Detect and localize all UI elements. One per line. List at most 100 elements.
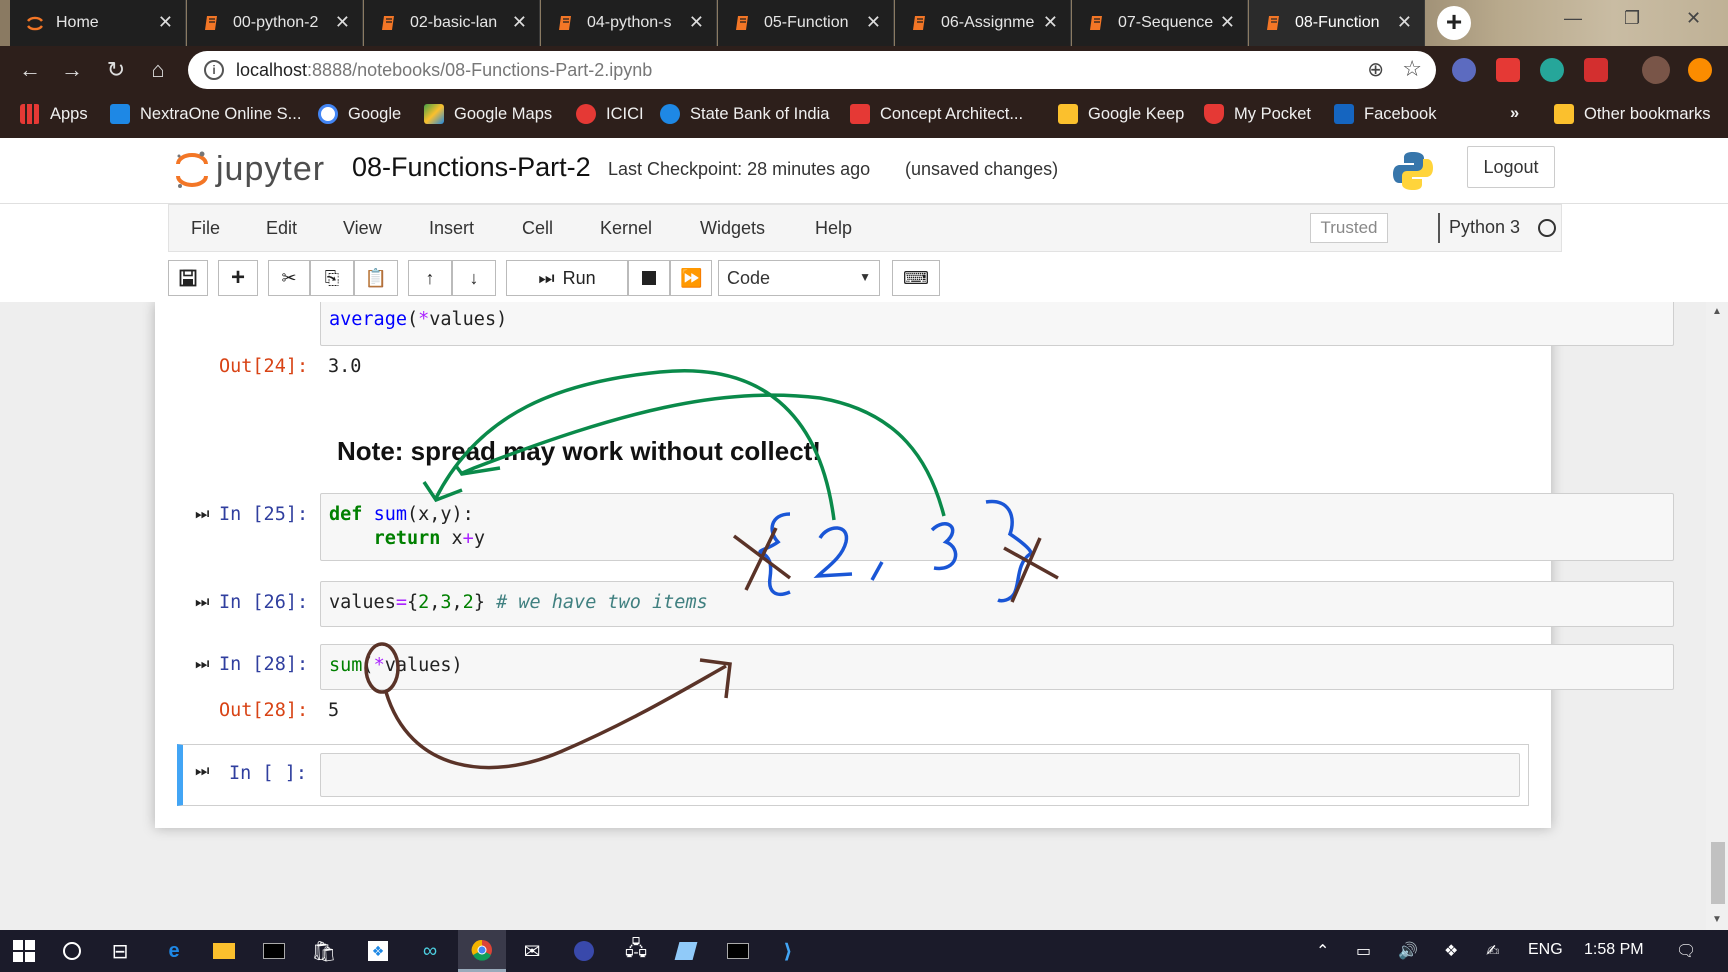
menu-edit[interactable]: Edit (266, 218, 297, 239)
bookmark-nextraone[interactable]: NextraOne Online S... (110, 104, 301, 124)
close-window-icon[interactable]: ✕ (1686, 8, 1701, 29)
cell-type-select[interactable]: Code ▼ (718, 260, 880, 296)
menu-help[interactable]: Help (815, 218, 852, 239)
tab-04-python[interactable]: 04-python-s ✕ (541, 0, 717, 46)
dropbox-tray-icon[interactable]: ❖ (1444, 941, 1458, 961)
jupyter-logo[interactable]: jupyter (172, 146, 332, 190)
scroll-up-icon[interactable]: ▲ (1712, 306, 1722, 317)
address-bar[interactable]: i localhost:8888/notebooks/08-Functions-… (188, 51, 1436, 89)
search-circle-icon[interactable] (48, 930, 96, 972)
menu-file[interactable]: File (191, 218, 220, 239)
tray-chevron-icon[interactable]: ⌃ (1316, 941, 1329, 961)
new-tab-button[interactable]: + (1437, 6, 1471, 40)
more-bookmarks-button[interactable]: » (1510, 104, 1519, 123)
keyboard-shortcuts-button[interactable]: ⌨ (892, 260, 940, 296)
bookmark-pocket[interactable]: My Pocket (1204, 104, 1311, 124)
close-icon[interactable]: ✕ (335, 12, 350, 33)
store-icon[interactable]: 🛍 (300, 930, 348, 972)
console-icon[interactable] (714, 930, 762, 972)
bookmark-apps[interactable]: Apps (20, 104, 88, 124)
notebook-name[interactable]: 08-Functions-Part-2 (352, 152, 591, 183)
cut-button[interactable]: ✂ (268, 260, 310, 296)
battery-icon[interactable]: ▭ (1356, 941, 1371, 961)
bookmark-google-maps[interactable]: Google Maps (424, 104, 552, 124)
dropbox-icon[interactable]: ❖ (354, 930, 402, 972)
copy-button[interactable]: ⎘ (310, 260, 354, 296)
task-view-icon[interactable]: ⊟ (96, 930, 144, 972)
restart-run-all-button[interactable]: ⏩ (672, 260, 712, 296)
menu-insert[interactable]: Insert (429, 218, 474, 239)
terminal-icon[interactable] (250, 930, 298, 972)
move-down-button[interactable]: ↓ (452, 260, 496, 296)
minimize-icon[interactable]: — (1564, 8, 1582, 29)
update-icon[interactable] (1688, 58, 1712, 82)
extension-icon[interactable] (1452, 58, 1476, 82)
kernel-name[interactable]: Python 3 (1449, 217, 1520, 238)
windows-start-icon[interactable] (0, 930, 48, 972)
close-icon[interactable]: ✕ (1043, 12, 1058, 33)
infinity-app-icon[interactable]: ∞ (406, 930, 454, 972)
notes-app-icon[interactable] (662, 930, 710, 972)
close-icon[interactable]: ✕ (158, 12, 173, 33)
url-text[interactable]: localhost:8888/notebooks/08-Functions-Pa… (236, 60, 652, 81)
zoom-icon[interactable]: ⊕ (1367, 57, 1384, 82)
menu-kernel[interactable]: Kernel (600, 218, 652, 239)
menu-view[interactable]: View (343, 218, 382, 239)
tab-07-sequence[interactable]: 07-Sequence ✕ (1072, 0, 1248, 46)
info-icon[interactable]: i (204, 60, 224, 80)
bookmark-icici[interactable]: ICICI (576, 104, 644, 124)
forward-icon[interactable]: → (58, 56, 86, 84)
avatar[interactable] (1642, 56, 1670, 84)
scrollbar-thumb[interactable] (1711, 842, 1725, 904)
bookmark-concept[interactable]: Concept Architect... (850, 104, 1023, 124)
home-icon[interactable]: ⌂ (144, 56, 172, 84)
interrupt-button[interactable] (628, 260, 670, 296)
scroll-down-icon[interactable]: ▼ (1712, 914, 1722, 925)
reload-icon[interactable]: ↻ (102, 56, 130, 84)
file-explorer-icon[interactable] (200, 930, 248, 972)
tab-02-basic[interactable]: 02-basic-lan ✕ (364, 0, 540, 46)
tab-home[interactable]: Home ✕ (10, 0, 186, 46)
close-icon[interactable]: ✕ (1220, 12, 1235, 33)
mail-icon[interactable]: ✉ (508, 930, 556, 972)
tab-00-python[interactable]: 00-python-2 ✕ (187, 0, 363, 46)
network-app-icon[interactable]: 🖧 (612, 930, 660, 972)
extension-icon[interactable] (1496, 58, 1520, 82)
pen-icon[interactable]: ✍ (1486, 941, 1499, 961)
menu-widgets[interactable]: Widgets (700, 218, 765, 239)
close-icon[interactable]: ✕ (1397, 12, 1412, 33)
chrome-icon[interactable] (458, 930, 506, 972)
paste-button[interactable]: 📋 (354, 260, 398, 296)
trusted-indicator[interactable]: Trusted (1310, 213, 1388, 243)
media-app-icon[interactable] (560, 930, 608, 972)
tab-05-functions[interactable]: 05-Function ✕ (718, 0, 894, 46)
close-icon[interactable]: ✕ (512, 12, 527, 33)
run-button[interactable]: ⏭ Run (506, 260, 628, 296)
vscode-icon[interactable]: ⟩ (764, 930, 812, 972)
other-bookmarks[interactable]: Other bookmarks (1554, 104, 1711, 124)
close-icon[interactable]: ✕ (866, 12, 881, 33)
volume-icon[interactable]: 🔊 (1398, 941, 1418, 961)
notifications-icon[interactable]: 🗨 (1676, 941, 1696, 961)
gmail-icon[interactable] (1584, 58, 1608, 82)
page-scrollbar[interactable]: ▲ ▼ (1706, 302, 1728, 930)
restore-icon[interactable]: ❐ (1624, 8, 1640, 29)
language-indicator[interactable]: ENG (1528, 941, 1563, 959)
clock[interactable]: 1:58 PM (1584, 941, 1644, 959)
bookmark-google[interactable]: Google (318, 104, 401, 124)
edge-icon[interactable]: e (150, 930, 198, 972)
logout-button[interactable]: Logout (1467, 146, 1555, 188)
tab-06-assignment[interactable]: 06-Assignme ✕ (895, 0, 1071, 46)
close-icon[interactable]: ✕ (689, 12, 704, 33)
save-button[interactable] (168, 260, 208, 296)
bookmark-facebook[interactable]: Facebook (1334, 104, 1436, 124)
move-up-button[interactable]: ↑ (408, 260, 452, 296)
menu-cell[interactable]: Cell (522, 218, 553, 239)
insert-cell-button[interactable]: + (218, 260, 258, 296)
tab-08-functions[interactable]: 08-Function ✕ (1249, 0, 1425, 46)
back-icon[interactable]: ← (16, 56, 44, 84)
grammarly-icon[interactable] (1540, 58, 1564, 82)
bookmark-google-keep[interactable]: Google Keep (1058, 104, 1184, 124)
bookmark-sbi[interactable]: State Bank of India (660, 104, 829, 124)
bookmark-star-icon[interactable]: ☆ (1402, 56, 1422, 82)
